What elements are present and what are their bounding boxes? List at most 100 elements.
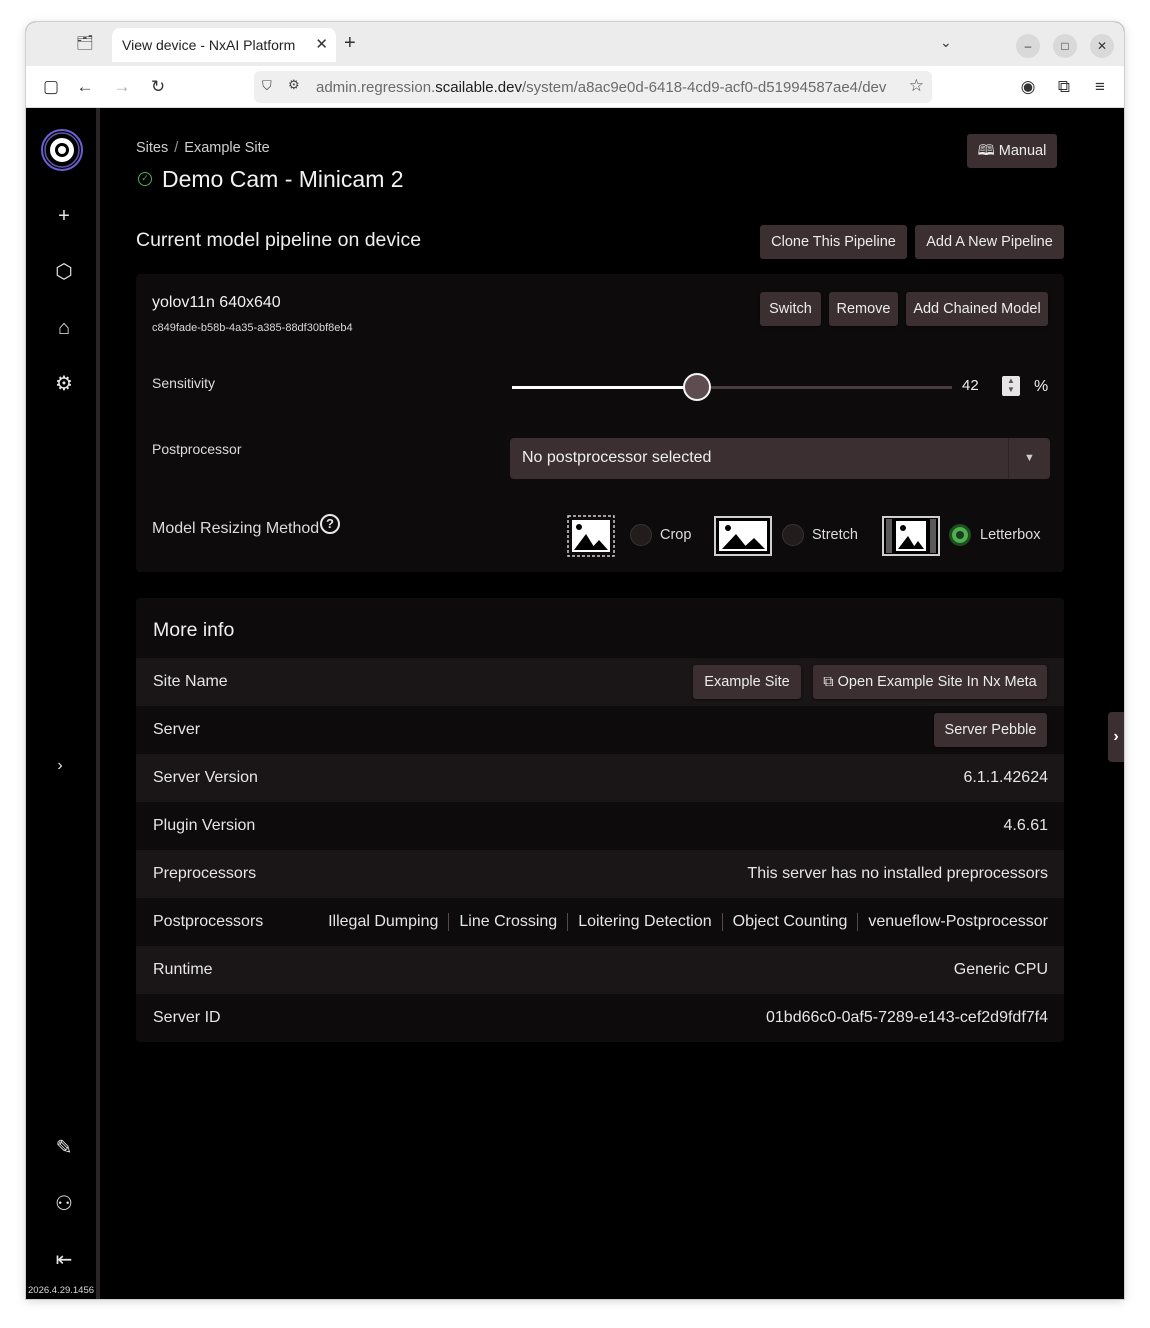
server-id-value: 01bd66c0-0af5-7289-e143-cef2d9fdf7f4: [766, 1009, 1048, 1026]
postprocessor-select[interactable]: No postprocessor selected ▼: [510, 438, 1050, 479]
online-status-icon: ✓: [138, 172, 152, 186]
sidebar-toggle-icon[interactable]: ▢: [40, 76, 62, 98]
resize-method-label: Model Resizing Method: [152, 520, 320, 537]
postprocessors-list: Illegal Dumping Line Crossing Loitering De…: [318, 913, 1048, 931]
stretch-illustration-icon: [714, 516, 772, 556]
url-bar[interactable]: ⛉ ⚙ admin.regression.scailable.dev/syste…: [254, 71, 932, 103]
minimize-icon[interactable]: –: [1016, 34, 1040, 58]
remove-model-button[interactable]: Remove: [829, 292, 898, 326]
tab-list-chevron-icon[interactable]: ⌄: [940, 34, 952, 51]
postprocessor-label: Postprocessor: [152, 441, 242, 457]
help-icon[interactable]: ?: [320, 514, 340, 534]
expand-panel-chevron-icon[interactable]: ›: [1108, 712, 1124, 762]
sensitivity-unit: %: [1034, 378, 1049, 395]
sensitivity-slider-fill: [512, 386, 697, 389]
reload-icon[interactable]: ↻: [147, 76, 169, 98]
runtime-value: Generic CPU: [953, 961, 1048, 978]
bookmark-star-icon[interactable]: ☆: [909, 76, 924, 96]
settings-gear-icon[interactable]: ⚙: [50, 370, 78, 398]
expand-sidebar-chevron-icon[interactable]: ›: [46, 752, 74, 780]
number-spinner-icon[interactable]: ▲ ▼: [1002, 376, 1020, 396]
crop-illustration-icon: [567, 515, 615, 557]
breadcrumb-separator: /: [174, 140, 179, 156]
breadcrumb: Sites / Example Site: [136, 140, 270, 156]
info-row-runtime: Runtime Generic CPU: [136, 946, 1064, 994]
tab-close-icon[interactable]: ✕: [315, 35, 328, 53]
sensitivity-slider-thumb[interactable]: [682, 373, 711, 401]
logo-icon[interactable]: [40, 128, 84, 172]
plugin-version-label: Plugin Version: [153, 817, 256, 834]
url-text[interactable]: admin.regression.scailable.dev/system/a8…: [316, 79, 900, 96]
breadcrumb-sites[interactable]: Sites: [136, 140, 168, 156]
account-icon[interactable]: ◉: [1017, 76, 1039, 98]
add-pipeline-button[interactable]: Add A New Pipeline: [915, 225, 1064, 259]
dropdown-caret-icon[interactable]: ▼: [1008, 438, 1050, 479]
model-id: c849fade-b58b-4a35-a385-88df30bf8eb4: [152, 322, 353, 334]
forward-icon[interactable]: →: [111, 76, 133, 98]
sensitivity-value[interactable]: 42: [962, 377, 979, 394]
maximize-icon[interactable]: □: [1053, 34, 1077, 58]
stretch-label[interactable]: Stretch: [812, 527, 858, 543]
info-row-preprocessors: Preprocessors This server has no install…: [136, 850, 1064, 898]
tab-overview-icon[interactable]: 🗂: [74, 34, 96, 56]
letterbox-illustration-icon: [882, 516, 940, 556]
pipeline-card: yolov11n 640x640 c849fade-b58b-4a35-a385…: [136, 274, 1064, 572]
postprocessor-item: Illegal Dumping: [328, 913, 439, 930]
letterbox-label[interactable]: Letterbox: [980, 527, 1040, 543]
crop-radio[interactable]: [630, 524, 652, 546]
sensitivity-slider[interactable]: [512, 373, 952, 401]
app-version: 2026.4.29.1456: [28, 1285, 95, 1296]
info-row-server-id: Server ID 01bd66c0-0af5-7289-e143-cef2d9…: [136, 994, 1064, 1042]
switch-model-button[interactable]: Switch: [760, 292, 821, 326]
book-icon: 🕮: [977, 143, 995, 159]
manual-label: Manual: [998, 143, 1047, 159]
add-icon[interactable]: +: [50, 202, 78, 230]
breadcrumb-site[interactable]: Example Site: [184, 140, 269, 156]
site-name-button[interactable]: Example Site: [693, 665, 801, 699]
site-settings-icon[interactable]: ⚙: [288, 77, 300, 93]
postprocessor-item: Loitering Detection: [567, 913, 721, 931]
back-icon[interactable]: ←: [74, 76, 96, 98]
browser-tab[interactable]: View device - NxAI Platform ✕: [112, 28, 336, 62]
server-label: Server: [153, 721, 201, 738]
home-icon[interactable]: ⌂: [50, 314, 78, 342]
sidebar: + ⬡ ⌂ ⚙ › ✎ ⚇ ⇤ 2026.4.29.1456: [26, 108, 100, 1299]
more-info-title: More info: [153, 619, 235, 641]
preprocessors-value: This server has no installed preprocesso…: [747, 865, 1048, 882]
user-icon[interactable]: ⚇: [50, 1190, 78, 1218]
plugin-version-value: 4.6.61: [1003, 817, 1048, 834]
logout-icon[interactable]: ⇤: [50, 1246, 78, 1274]
runtime-label: Runtime: [153, 961, 213, 978]
info-row-plugin-version: Plugin Version 4.6.61: [136, 802, 1064, 850]
postprocessor-item: venueflow-Postprocessor: [857, 913, 1048, 931]
server-button[interactable]: Server Pebble: [934, 713, 1047, 747]
sensitivity-label: Sensitivity: [152, 375, 216, 391]
shield-icon[interactable]: ⛉: [262, 78, 272, 94]
sensitivity-number-input[interactable]: 42 ▲ ▼: [954, 368, 1024, 404]
postprocessors-label: Postprocessors: [153, 913, 264, 930]
stretch-radio[interactable]: [782, 524, 804, 546]
manual-button[interactable]: 🕮 Manual: [967, 134, 1057, 168]
open-site-in-nx-meta-button[interactable]: ⧉ Open Example Site In Nx Meta: [813, 665, 1047, 699]
preprocessors-label: Preprocessors: [153, 865, 257, 882]
postprocessor-selected-value: No postprocessor selected: [522, 449, 712, 466]
new-tab-icon[interactable]: +: [344, 32, 356, 55]
window-close-icon[interactable]: ✕: [1090, 34, 1114, 58]
page-title: Demo Cam - Minicam 2: [162, 166, 404, 192]
site-name-label: Site Name: [153, 673, 228, 690]
open-site-label: Open Example Site In Nx Meta: [837, 674, 1037, 690]
cube-icon[interactable]: ⬡: [50, 258, 78, 286]
tab-bar: 🗂 View device - NxAI Platform ✕ + ⌄ – □ …: [26, 22, 1124, 66]
info-row-server: Server Server Pebble: [136, 706, 1064, 754]
crop-label[interactable]: Crop: [660, 527, 691, 543]
external-link-icon: ⧉: [823, 674, 834, 690]
server-id-label: Server ID: [153, 1009, 221, 1026]
edit-pencil-icon[interactable]: ✎: [50, 1134, 78, 1162]
clone-pipeline-button[interactable]: Clone This Pipeline: [760, 225, 907, 259]
letterbox-radio[interactable]: [949, 524, 971, 546]
menu-icon[interactable]: ≡: [1089, 76, 1111, 98]
extensions-icon[interactable]: ⧉: [1053, 76, 1075, 98]
add-chained-model-button[interactable]: Add Chained Model: [906, 292, 1048, 326]
info-row-postprocessors: Postprocessors Illegal Dumping Line Cross…: [136, 898, 1064, 946]
pipeline-section-title: Current model pipeline on device: [136, 229, 422, 251]
